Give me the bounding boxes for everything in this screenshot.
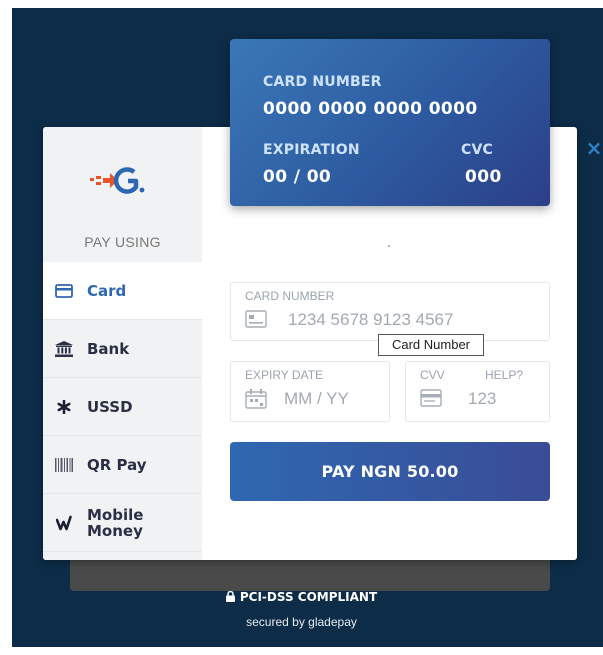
sidebar-item-ussd[interactable]: USSD xyxy=(43,378,202,436)
card-number-preview-label: CARD NUMBER xyxy=(263,74,382,90)
cvv-field-label: CVV xyxy=(420,368,445,382)
card-back-icon xyxy=(420,389,442,407)
sidebar-item-label: Bank xyxy=(87,339,130,358)
card-number-field: CARD NUMBER xyxy=(230,282,550,341)
expiry-date-field-label: EXPIRY DATE xyxy=(245,368,324,382)
pay-using-heading: PAY USING xyxy=(84,234,161,250)
close-button[interactable]: × xyxy=(585,137,603,159)
sidebar-item-qr-pay[interactable]: QR Pay xyxy=(43,436,202,494)
expiry-date-input[interactable] xyxy=(284,389,379,409)
sidebar-item-mobile-money[interactable]: Mobile Money xyxy=(43,494,202,552)
cvv-help-link[interactable]: HELP? xyxy=(485,368,523,382)
pci-compliance-label: PCI-DSS COMPLIANT xyxy=(239,590,378,604)
card-number-field-label: CARD NUMBER xyxy=(245,289,335,303)
payment-method-menu: Card Bank USSD QR Pay Mobile Money xyxy=(43,262,202,552)
bank-icon xyxy=(54,339,74,359)
expiry-date-field: EXPIRY DATE xyxy=(230,361,390,422)
sidebar-item-label: Card xyxy=(87,281,127,300)
cvv-field: CVV HELP? xyxy=(405,361,550,422)
payment-method-sidebar: PAY USING Card Bank USSD QR Pay Mobile M… xyxy=(43,127,202,560)
calendar-icon xyxy=(245,389,267,409)
sidebar-item-label: Mobile Money xyxy=(87,505,144,540)
divider-dot xyxy=(388,245,390,247)
secured-by-text: secured by gladepay xyxy=(246,615,357,629)
asterisk-icon xyxy=(54,397,74,417)
credit-card-icon xyxy=(54,281,74,301)
mobile-money-icon xyxy=(54,513,74,533)
gladepay-logo xyxy=(90,167,145,194)
cvc-preview-value: 000 xyxy=(465,167,502,187)
card-preview: CARD NUMBER 0000 0000 0000 0000 EXPIRATI… xyxy=(230,39,550,206)
sidebar-item-card[interactable]: Card xyxy=(43,262,202,320)
expiration-preview-value: 00 / 00 xyxy=(263,167,332,187)
sidebar-item-bank[interactable]: Bank xyxy=(43,320,202,378)
pci-compliance-text: PCI-DSS COMPLIANT xyxy=(0,590,603,604)
expiration-preview-label: EXPIRATION xyxy=(263,142,360,158)
cvv-input[interactable] xyxy=(468,389,538,409)
sidebar-item-label: USSD xyxy=(87,397,133,416)
lock-icon xyxy=(225,591,235,602)
card-number-tooltip: Card Number xyxy=(378,334,484,356)
sidebar-item-label: QR Pay xyxy=(87,455,147,474)
card-number-input[interactable] xyxy=(288,310,533,330)
cvc-preview-label: CVC xyxy=(461,142,493,158)
pay-button[interactable]: PAY NGN 50.00 xyxy=(230,442,550,501)
card-icon xyxy=(245,310,267,328)
card-number-preview-value: 0000 0000 0000 0000 xyxy=(263,99,478,119)
barcode-icon xyxy=(54,455,74,475)
